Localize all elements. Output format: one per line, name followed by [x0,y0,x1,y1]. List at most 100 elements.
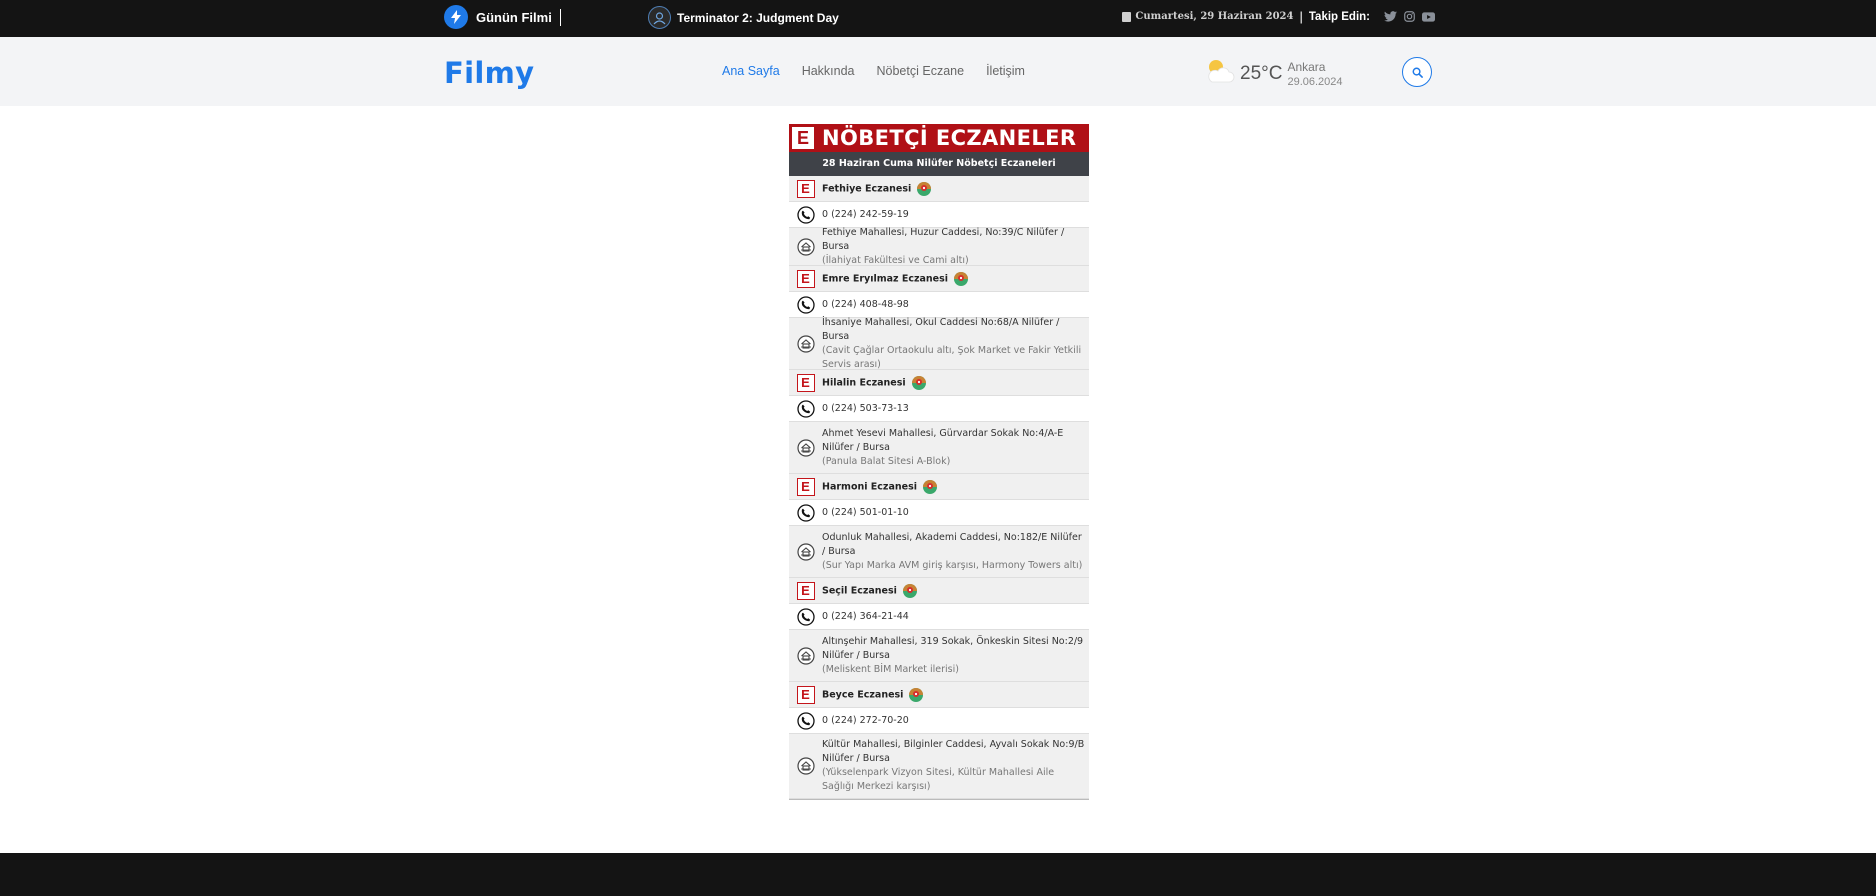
featured-movie-label: Günün Filmi [444,5,561,29]
pharmacy-phone[interactable]: 0 (224) 272-70-20 [822,714,913,728]
pharmacy-address-cell: Ahmet Yesevi Mahallesi, Gürvardar Sokak … [822,427,1089,469]
row-icon-cell: E [789,685,822,704]
pharmacy-address-cell: Odunluk Mahallesi, Akademi Caddesi, No:1… [822,531,1089,573]
phone-icon [796,503,815,522]
site-logo[interactable]: Filmy [444,56,534,90]
pharmacy-badge-letter: E [801,375,810,390]
row-icon-cell: E [789,581,822,600]
pharmacy-address: Fethiye Mahallesi, Huzur Caddesi, No:39/… [822,226,1065,252]
pharmacy-name-row: E Fethiye Eczanesi [789,176,1089,202]
youtube-icon[interactable] [1422,11,1435,22]
map-pin-icon[interactable] [908,687,924,703]
instagram-icon[interactable] [1404,11,1415,22]
pharmacy-phone-row: 0 (224) 272-70-20 [789,708,1089,734]
pharmacy-phone[interactable]: 0 (224) 501-01-10 [822,506,913,520]
pharmacy-phone[interactable]: 0 (224) 503-73-13 [822,402,913,416]
pharmacy-badge-letter: E [801,687,810,702]
main-navbar: Filmy Ana Sayfa Hakkında Nöbetçi Eczane … [0,37,1876,106]
weather-temperature: 25°C [1240,62,1283,84]
pharmacy-e-icon: E [796,179,815,198]
pharmacy-name-row: E Beyce Eczanesi [789,682,1089,708]
pharmacy-phone-row: 0 (224) 501-01-10 [789,500,1089,526]
weather-city: Ankara [1287,59,1326,74]
address-icon [796,542,815,561]
pharmacy-address-note: (Panula Balat Sitesi A-Blok) [822,455,951,467]
map-pin-icon[interactable] [911,375,927,391]
pharmacy-address-cell: İhsaniye Mahallesi, Okul Caddesi No:68/A… [822,316,1089,372]
pharmacy-phone-row: 0 (224) 242-59-19 [789,202,1089,228]
pharmacy-phone-row: 0 (224) 364-21-44 [789,604,1089,630]
pharmacy-banner-title: NÖBETÇİ ECZANELER [822,126,1077,150]
pharmacy-name-cell: Fethiye Eczanesi [822,181,936,197]
address-icon [796,334,815,353]
map-pin-icon[interactable] [953,271,969,287]
row-icon-cell [789,438,822,457]
row-icon-cell: E [789,373,822,392]
pharmacy-name-row: E Seçil Eczanesi [789,578,1089,604]
twitter-icon[interactable] [1384,11,1397,22]
pharmacy-e-icon: E [796,685,815,704]
map-pin-icon[interactable] [922,479,938,495]
pharmacy-address-note: (Yükselenpark Vizyon Sitesi, Kültür Maha… [822,767,1055,792]
pharmacy-address-note: (Sur Yapı Marka AVM giriş karşısı, Harmo… [822,559,1083,571]
pharmacy-phone-row: 0 (224) 503-73-13 [789,396,1089,422]
pharmacy-e-icon: E [796,373,815,392]
row-icon-cell [789,237,822,256]
address-icon [796,757,815,775]
map-pin-icon[interactable] [902,583,918,599]
row-icon-cell [789,542,822,561]
phone-icon [796,399,815,418]
address-icon [796,237,815,256]
pharmacy-address-row: Ahmet Yesevi Mahallesi, Gürvardar Sokak … [789,422,1089,474]
pharmacy-phone[interactable]: 0 (224) 364-21-44 [822,610,913,624]
pharmacy-address-cell: Kültür Mahallesi, Bilginler Caddesi, Ayv… [822,738,1089,794]
pharmacy-name-row: E Emre Eryılmaz Eczanesi [789,266,1089,292]
pharmacy-name: Harmoni Eczanesi [822,481,917,492]
pharmacy-address-row: İhsaniye Mahallesi, Okul Caddesi No:68/A… [789,316,1089,372]
pharmacy-phone[interactable]: 0 (224) 242-59-19 [822,208,913,222]
nav-item-iletisim[interactable]: İletişim [986,64,1025,78]
row-icon-cell: E [789,269,822,288]
address-icon [796,438,815,457]
row-icon-cell [789,711,822,730]
nav-item-nobetci-eczane[interactable]: Nöbetçi Eczane [877,64,965,78]
pharmacy-e-icon: E [792,127,814,149]
search-icon [1412,67,1423,78]
pharmacy-phone[interactable]: 0 (224) 408-48-98 [822,298,913,312]
nav-item-ana-sayfa[interactable]: Ana Sayfa [722,64,780,78]
pharmacy-address-note: (Cavit Çağlar Ortaokulu altı, Şok Market… [822,344,1082,370]
pharmacy-address: İhsaniye Mahallesi, Okul Caddesi No:68/A… [822,316,1060,342]
row-icon-cell [789,646,822,665]
pharmacy-widget: E NÖBETÇİ ECZANELER 28 Haziran Cuma Nilü… [789,124,1089,800]
row-icon-cell [789,295,822,314]
pharmacy-address-note: (İlahiyat Fakültesi ve Cami altı) [822,254,969,266]
pharmacy-banner: E NÖBETÇİ ECZANELER [789,124,1089,152]
pharmacy-name-cell: Seçil Eczanesi [822,583,922,599]
featured-movie-link[interactable]: Terminator 2: Judgment Day [648,6,839,29]
row-icon-cell [789,334,822,353]
pharmacy-address-row: Kültür Mahallesi, Bilginler Caddesi, Ayv… [789,734,1089,799]
pharmacy-name: Fethiye Eczanesi [822,183,912,194]
partly-cloudy-icon [1204,55,1236,92]
pharmacy-name-row: E Harmoni Eczanesi [789,474,1089,500]
weather-widget: 25°C Ankara 29.06.2024 [1204,55,1343,92]
row-icon-cell: E [789,477,822,496]
phone-icon [796,711,815,730]
pharmacy-badge-letter: E [801,583,810,598]
row-icon-cell [789,205,822,224]
pharmacy-badge-letter: E [801,271,810,286]
pharmacy-phone-row: 0 (224) 408-48-98 [789,292,1089,318]
phone-icon [796,205,815,224]
nav-item-hakkinda[interactable]: Hakkında [802,64,855,78]
top-bar-right: Cumartesi, 29 Haziran 2024 | Takip Edin: [1122,9,1435,24]
row-icon-cell [789,757,822,775]
phone-icon [796,607,815,626]
address-icon [796,646,815,665]
pharmacy-address-cell: Altınşehir Mahallesi, 319 Sokak, Önkeski… [822,635,1089,677]
divider [559,8,561,26]
featured-movie-title[interactable]: Terminator 2: Judgment Day [677,11,839,25]
pharmacy-name-row: E Hilalin Eczanesi [789,370,1089,396]
map-pin-icon[interactable] [916,181,932,197]
pharmacy-name: Beyce Eczanesi [822,689,904,700]
search-button[interactable] [1402,57,1432,87]
